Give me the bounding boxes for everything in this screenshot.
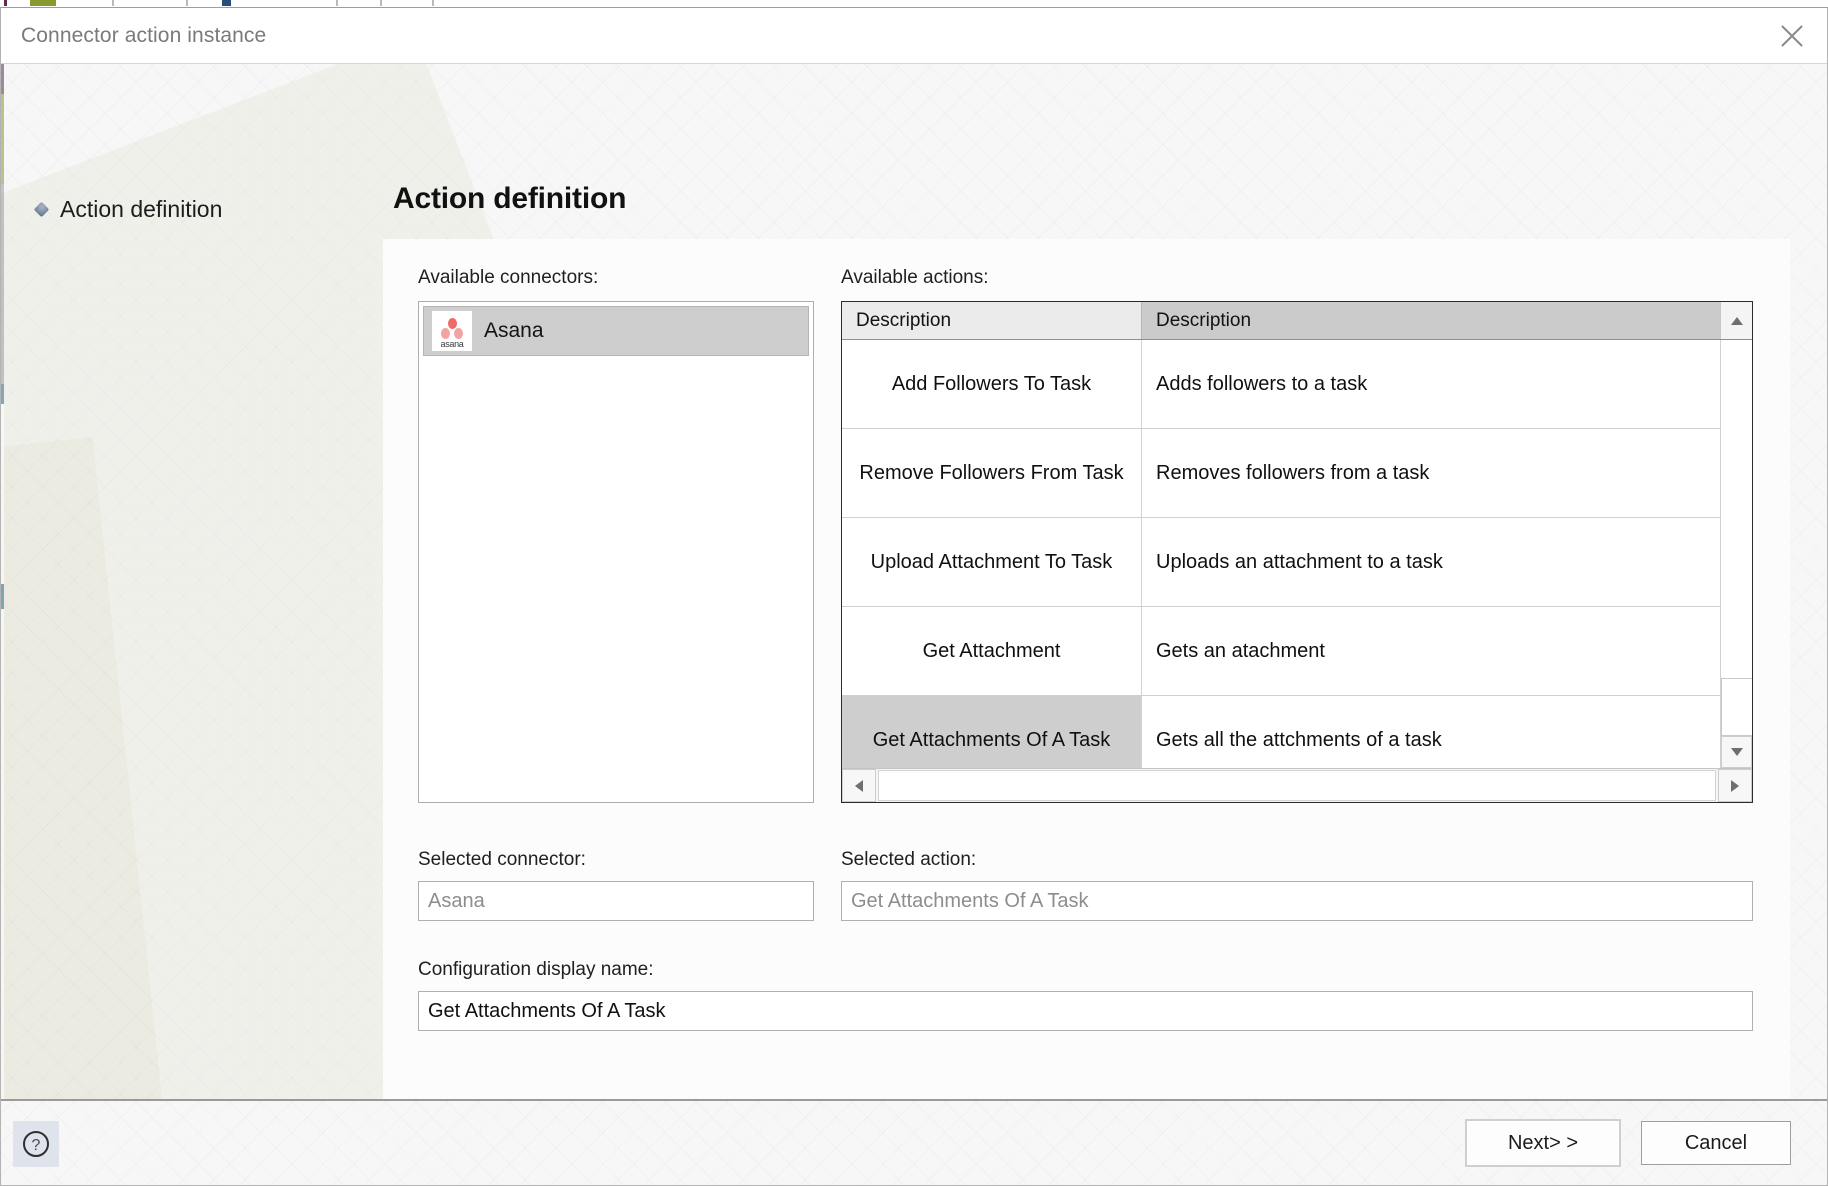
configuration-display-name-label: Configuration display name:: [418, 959, 654, 980]
action-name: Get Attachment: [842, 607, 1142, 695]
available-actions-grid: Description Description Add Followers To…: [841, 301, 1753, 803]
dialog-titlebar: Connector action instance: [1, 8, 1827, 64]
horizontal-scrollbar-track[interactable]: [878, 770, 1716, 801]
scroll-down-arrow-icon[interactable]: [1721, 736, 1752, 768]
page-title: Action definition: [393, 182, 627, 215]
sliver-mark: [432, 0, 434, 6]
content-card: Available connectors: asana Asana Availa…: [383, 239, 1790, 1099]
grid-rows: Add Followers To Task Adds followers to …: [842, 340, 1720, 768]
connector-list-item[interactable]: asana Asana: [423, 306, 809, 356]
scroll-right-arrow-icon[interactable]: [1718, 769, 1752, 802]
sidebar-item-label: Action definition: [60, 196, 223, 222]
sliver-mark: [4, 0, 7, 6]
background-window-sliver: [0, 0, 1828, 8]
horizontal-scrollbar[interactable]: [842, 768, 1752, 802]
sliver-mark: [112, 0, 114, 6]
screen-root: Connector action instance Action definit…: [0, 0, 1828, 1186]
available-connectors-label: Available connectors:: [418, 267, 599, 288]
available-actions-label: Available actions:: [841, 267, 989, 288]
connector-action-dialog: Connector action instance Action definit…: [0, 8, 1828, 1186]
selected-action-label: Selected action:: [841, 849, 977, 870]
action-name: Add Followers To Task: [842, 340, 1142, 428]
left-edge-stripe: [1, 64, 4, 1099]
vertical-scrollbar[interactable]: [1720, 340, 1752, 768]
dialog-title: Connector action instance: [21, 23, 267, 47]
asana-logo-icon: asana: [432, 311, 472, 351]
asana-wordmark: asana: [440, 339, 464, 349]
scroll-left-arrow-icon[interactable]: [842, 769, 876, 802]
action-description: Removes followers from a task: [1156, 461, 1430, 484]
action-name: Upload Attachment To Task: [842, 518, 1142, 606]
dialog-footer: ? Next> > Cancel: [1, 1099, 1827, 1185]
action-name: Remove Followers From Task: [842, 429, 1142, 517]
column-header-description[interactable]: Description: [1142, 302, 1720, 339]
sliver-mark: [222, 0, 231, 6]
sliver-mark: [380, 0, 382, 6]
action-description: Adds followers to a task: [1156, 372, 1368, 395]
connector-name: Asana: [484, 319, 544, 342]
selected-connector-label: Selected connector:: [418, 849, 586, 870]
action-description: Gets an atachment: [1156, 639, 1325, 662]
diamond-bullet-icon: [33, 201, 50, 218]
column-header-name[interactable]: Description: [842, 302, 1142, 339]
grid-header-row: Description Description: [842, 302, 1752, 340]
action-name: Get Attachments Of A Task: [842, 696, 1142, 768]
sliver-mark: [336, 0, 338, 6]
table-row[interactable]: Add Followers To Task Adds followers to …: [842, 340, 1720, 429]
selected-connector-field[interactable]: Asana: [418, 881, 814, 921]
vertical-scrollbar-thumb[interactable]: [1721, 678, 1752, 736]
table-row[interactable]: Get Attachment Gets an atachment: [842, 607, 1720, 696]
action-description: Gets all the attchments of a task: [1156, 729, 1442, 751]
close-icon[interactable]: [1765, 10, 1819, 62]
svg-text:?: ?: [32, 1137, 41, 1154]
help-question-icon[interactable]: ?: [13, 1121, 59, 1167]
selected-action-field[interactable]: Get Attachments Of A Task: [841, 881, 1753, 921]
dialog-body: Action definition Action definition Avai…: [1, 64, 1827, 1099]
configuration-display-name-input[interactable]: Get Attachments Of A Task: [418, 991, 1753, 1031]
action-description: Uploads an attachment to a task: [1156, 550, 1443, 573]
sliver-mark: [30, 0, 56, 6]
cancel-button[interactable]: Cancel: [1641, 1121, 1791, 1165]
background-watermark: [1, 437, 187, 1099]
next-button[interactable]: Next> >: [1465, 1119, 1621, 1167]
table-row[interactable]: Remove Followers From Task Removes follo…: [842, 429, 1720, 518]
table-row[interactable]: Upload Attachment To Task Uploads an att…: [842, 518, 1720, 607]
table-row-selected[interactable]: Get Attachments Of A Task Gets all the a…: [842, 696, 1720, 768]
scroll-up-arrow-icon[interactable]: [1720, 302, 1752, 339]
sliver-mark: [186, 0, 188, 6]
grid-viewport: Add Followers To Task Adds followers to …: [842, 340, 1752, 768]
sidebar-item-action-definition[interactable]: Action definition: [33, 196, 223, 223]
available-connectors-list[interactable]: asana Asana: [418, 301, 814, 803]
